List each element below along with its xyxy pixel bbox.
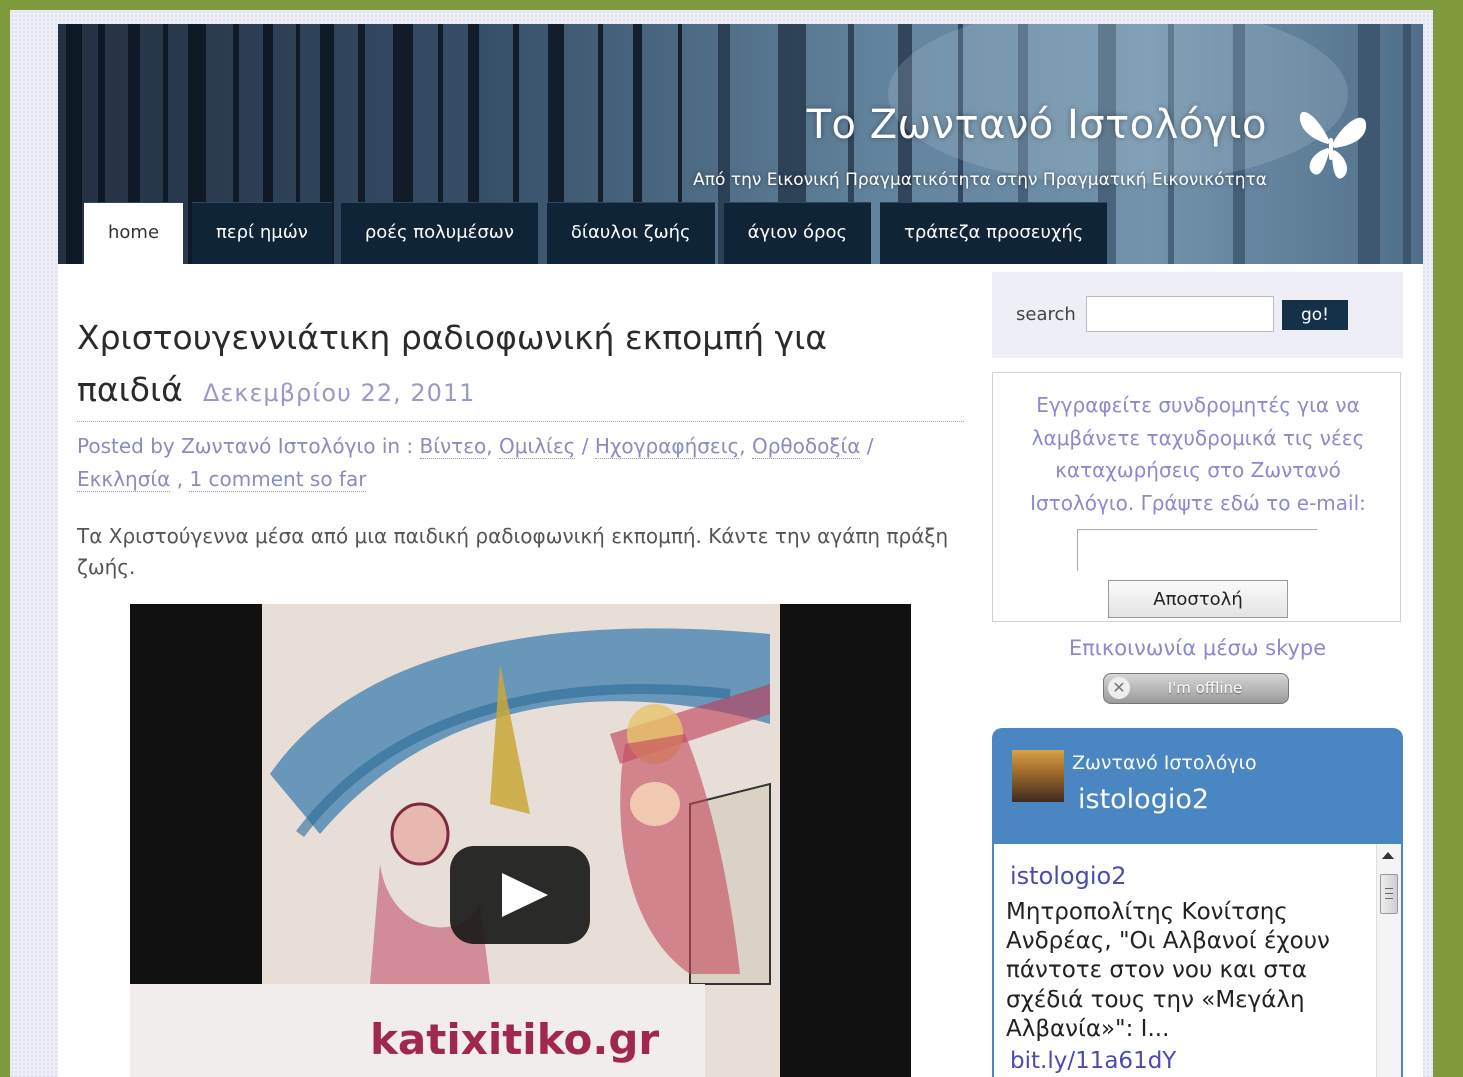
search-go-button[interactable]: go! (1282, 300, 1348, 330)
tweet-author[interactable]: istologio2 (1010, 862, 1126, 890)
comments-link[interactable]: 1 comment so far (189, 467, 367, 492)
post-meta: Posted by Ζωντανό Ιστολόγιο in : Βίντεο,… (77, 434, 874, 492)
submit-button[interactable]: Αποστολή (1108, 580, 1288, 618)
skype-status-label: I'm offline (1167, 679, 1243, 697)
scroll-thumb[interactable] (1380, 874, 1398, 914)
subscribe-text: Εγγραφείτε συνδρομητές για να λαμβάνετε … (1030, 393, 1366, 515)
search-label: search (1016, 304, 1076, 325)
email-subscribe-widget: Εγγραφείτε συνδρομητές για να λαμβάνετε … (992, 372, 1401, 622)
video-thumbnail: katixitiko.gr (130, 604, 911, 1077)
post-body: Τα Χριστούγεννα μέσα από μια παιδική ραδ… (77, 524, 949, 579)
content-wrapper: Το Ζωντανό Ιστολόγιο Από την Εικονική Πρ… (58, 24, 1423, 1077)
skype-status-button[interactable]: ✕ I'm offline (1103, 673, 1289, 704)
nav-item-mount-athos[interactable]: άγιον όρος (723, 202, 872, 264)
nav-item-home[interactable]: home (84, 202, 184, 264)
tweet-scrollbar[interactable] (1376, 844, 1401, 1077)
title-divider (77, 421, 964, 422)
skype-title: Επικοινωνία μέσω skype (1068, 636, 1327, 660)
twitter-widget: Ζωντανό Ιστολόγιο istologio2 istologio2 … (992, 728, 1403, 1077)
play-button-icon[interactable] (450, 846, 590, 944)
site-title[interactable]: Το Ζωντανό Ιστολόγιο (807, 102, 1267, 148)
nav-item-prayer-table[interactable]: τράπεζα προσευχής (880, 202, 1108, 264)
main-navigation: home περί ημών ροές πολυμέσων δίαυλοι ζω… (84, 202, 1116, 264)
scroll-up-icon[interactable] (1382, 852, 1394, 859)
twitter-display-name[interactable]: Ζωντανό Ιστολόγιο (1072, 752, 1257, 774)
email-field[interactable] (1077, 529, 1317, 571)
tweet-text: Μητροπολίτης Κονίτσης Ανδρέας, "Οι Αλβαν… (1006, 899, 1330, 1042)
site-header: Το Ζωντανό Ιστολόγιο Από την Εικονική Πρ… (58, 24, 1423, 264)
post-title: Χριστουγεννιάτικη ραδιοφωνική εκπομπή γι… (77, 312, 957, 419)
video-player[interactable]: katixitiko.gr (130, 604, 911, 1077)
twitter-handle[interactable]: istologio2 (1078, 784, 1209, 815)
nav-item-channels-of-life[interactable]: δίαυλοι ζωής (546, 202, 715, 264)
post-meta-prefix: Posted by Ζωντανό Ιστολόγιο in : (77, 434, 414, 458)
video-watermark: katixitiko.gr (370, 1015, 659, 1064)
category-link-talks[interactable]: Ομιλίες (498, 434, 576, 459)
category-link-recordings[interactable]: Ηχογραφήσεις (594, 434, 740, 459)
category-link-orthodoxy[interactable]: Ορθοδοξία (751, 434, 861, 459)
nav-item-media-streams[interactable]: ροές πολυμέσων (340, 202, 538, 264)
page-background: Το Ζωντανό Ιστολόγιο Από την Εικονική Πρ… (10, 10, 1433, 1077)
tweet-link[interactable]: bit.ly/11a61dY (1010, 1048, 1176, 1074)
category-link-church[interactable]: Εκκλησία (77, 467, 171, 492)
search-input[interactable] (1086, 296, 1274, 332)
site-tagline: Από την Εικονική Πραγματικότητα στην Πρα… (693, 170, 1267, 190)
search-widget: search go! (992, 272, 1403, 358)
butterfly-logo-icon (1299, 111, 1367, 179)
avatar[interactable] (1012, 750, 1064, 802)
category-link-video[interactable]: Βίντεο (419, 434, 487, 459)
post-date: Δεκεμβρίου 22, 2011 (202, 379, 476, 407)
nav-item-about[interactable]: περί ημών (192, 202, 332, 264)
tweet-list: istologio2 Μητροπολίτης Κονίτσης Ανδρέας… (994, 844, 1401, 1077)
